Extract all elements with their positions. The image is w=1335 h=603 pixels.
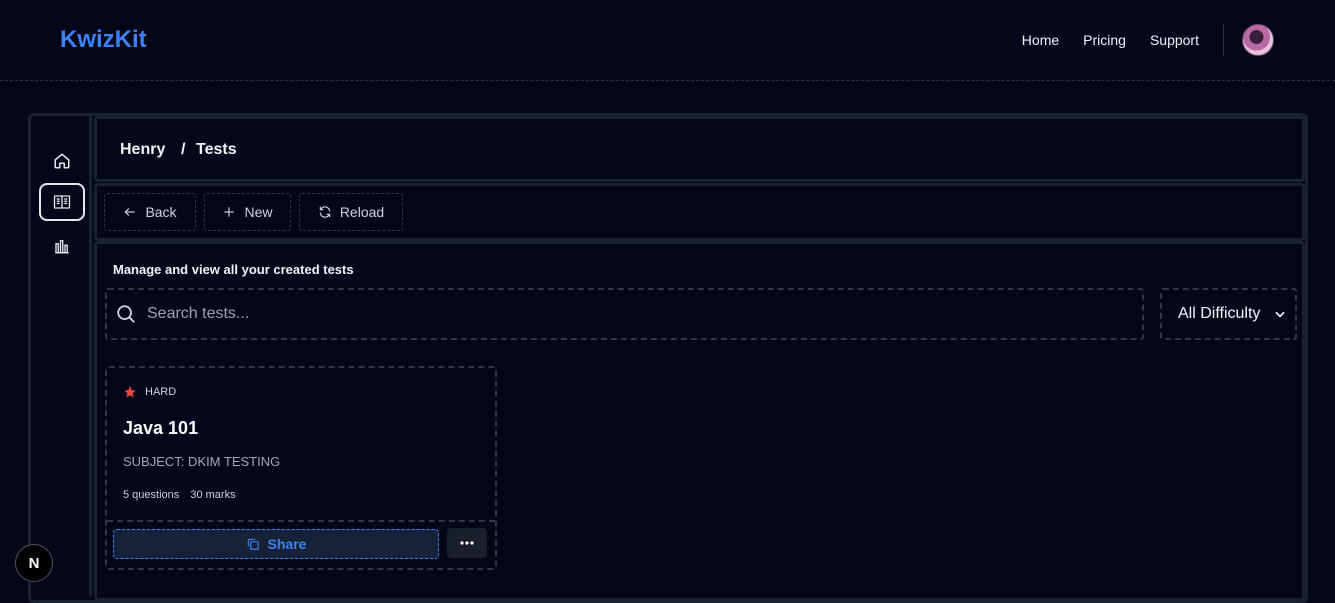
search-input[interactable]: [147, 300, 1127, 328]
page-description: Manage and view all your created tests: [113, 262, 354, 277]
breadcrumb: Henry / Tests: [94, 116, 1305, 182]
tests-panel: Manage and view all your created tests A…: [94, 241, 1305, 601]
card-footer: Share: [107, 520, 495, 568]
user-avatar[interactable]: [1242, 24, 1274, 56]
toolbar: Back New Reload: [94, 183, 1305, 241]
share-label: Share: [267, 536, 307, 552]
test-title[interactable]: Java 101: [123, 418, 198, 439]
more-horizontal-icon: [460, 541, 474, 545]
sidebar: [31, 116, 92, 596]
copy-icon: [247, 538, 259, 550]
home-icon: [54, 153, 70, 169]
difficulty-select-value: All Difficulty: [1178, 305, 1261, 322]
arrow-left-icon: [124, 208, 136, 216]
test-meta: 5 questions 30 marks: [123, 489, 244, 501]
sidebar-item-analytics[interactable]: [39, 227, 85, 265]
sidebar-item-home[interactable]: [39, 142, 85, 180]
difficulty-select[interactable]: All Difficulty: [1160, 288, 1297, 340]
star-icon: [124, 386, 136, 398]
difficulty-label: HARD: [145, 386, 177, 398]
new-test-button[interactable]: New: [204, 193, 291, 231]
breadcrumb-user[interactable]: Henry: [120, 141, 165, 159]
test-subject: SUBJECT: DKIM TESTING: [123, 454, 281, 469]
dev-tools-badge[interactable]: N: [15, 544, 53, 582]
reload-label: Reload: [339, 204, 385, 220]
nav-pricing-link[interactable]: Pricing: [1083, 32, 1126, 48]
book-open-icon: [53, 195, 71, 209]
plus-icon: [224, 207, 235, 217]
more-options-button[interactable]: [447, 528, 487, 558]
search-box: [105, 288, 1144, 340]
breadcrumb-current-page: Tests: [196, 141, 237, 158]
nav-links: Home Pricing Support: [1022, 0, 1335, 80]
breadcrumb-separator: /: [181, 141, 186, 158]
share-button[interactable]: Share: [113, 529, 439, 559]
reload-button[interactable]: Reload: [299, 193, 403, 231]
sidebar-item-tests[interactable]: [39, 183, 85, 221]
test-card[interactable]: HARD Java 101 SUBJECT: DKIM TESTING 5 qu…: [105, 366, 497, 570]
nav-support-link[interactable]: Support: [1150, 32, 1199, 48]
refresh-icon: [319, 206, 331, 218]
nav-home-link[interactable]: Home: [1022, 32, 1059, 48]
new-label: New: [244, 204, 273, 220]
question-count: 5 questions: [123, 489, 180, 501]
brand-logo[interactable]: KwizKit: [60, 26, 147, 54]
search-icon: [117, 305, 135, 323]
nav-divider: [1223, 24, 1224, 56]
back-label: Back: [145, 204, 177, 220]
back-button[interactable]: Back: [104, 193, 196, 231]
top-navbar: KwizKit Home Pricing Support: [0, 0, 1335, 81]
mark-count: 30 marks: [190, 489, 236, 501]
difficulty-badge: HARD: [123, 385, 176, 399]
chevron-down-icon: [1275, 311, 1285, 318]
bar-chart-icon: [55, 240, 69, 254]
